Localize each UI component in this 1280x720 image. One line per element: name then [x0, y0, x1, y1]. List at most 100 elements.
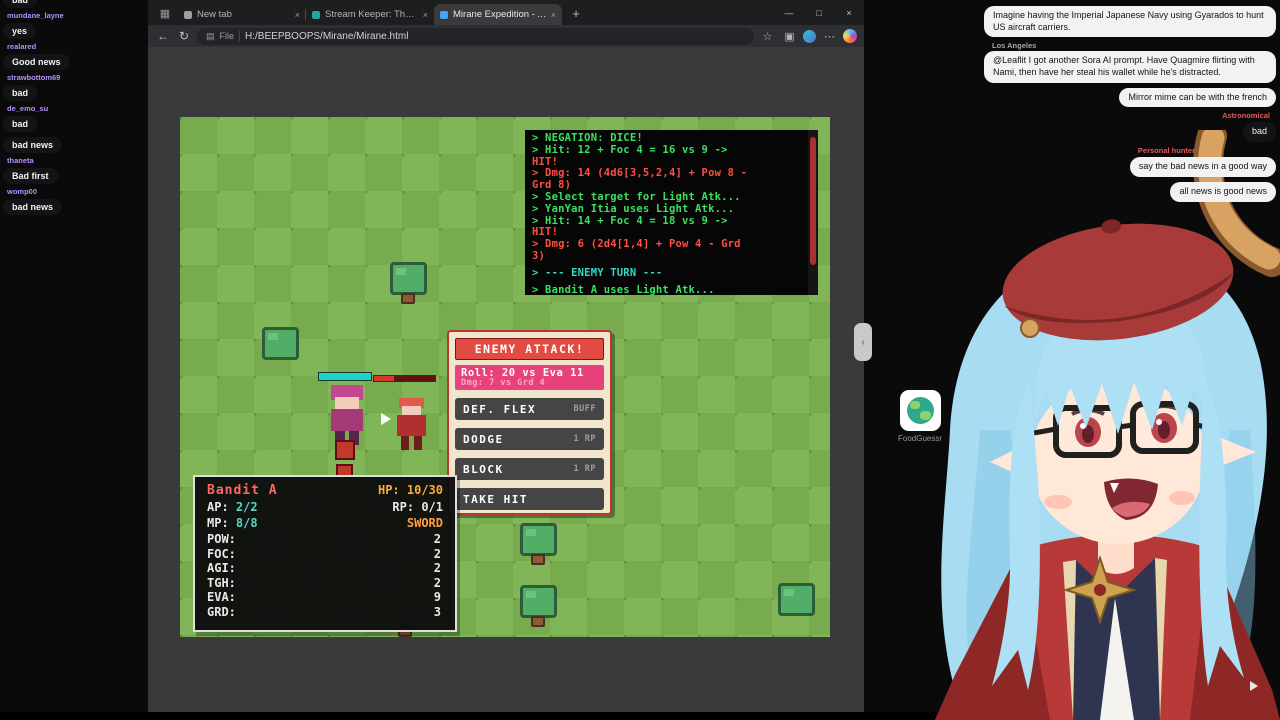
screen: bad mundane_layne yes realared Good news… — [0, 0, 1280, 720]
chat-bubble: bad — [3, 0, 38, 8]
split-screen-icon[interactable]: ▣ — [781, 30, 798, 43]
stat-label: GRD: — [207, 604, 236, 619]
chat-message: realared Good news — [3, 42, 148, 70]
close-button[interactable]: × — [834, 0, 864, 25]
bush — [262, 327, 299, 360]
log-line: > YanYan Itia uses Light Atk... — [532, 202, 735, 215]
stat-label: AGI: — [207, 561, 236, 575]
profile-avatar[interactable] — [803, 29, 816, 43]
more-menu-icon[interactable]: ⋯ — [821, 30, 838, 43]
chat-message: Imagine having the Imperial Japanese Nav… — [984, 6, 1276, 38]
blush — [1169, 491, 1195, 505]
chat-bubble: bad — [3, 116, 38, 132]
right-chat-overlay: Imagine having the Imperial Japanese Nav… — [980, 6, 1276, 206]
chat-bubble: Good news — [3, 54, 70, 70]
chat-bubble: yes — [3, 23, 37, 39]
enemy-character[interactable] — [395, 398, 428, 452]
chat-message: Astronomical bad — [1214, 111, 1276, 143]
minion-character[interactable] — [335, 440, 355, 460]
vtuber-avatar — [935, 130, 1280, 720]
tab-favicon — [440, 10, 448, 19]
log-line: 3) — [532, 249, 546, 262]
stat-row: GRD: 3 — [207, 605, 443, 620]
tree-trunk — [531, 554, 545, 565]
player-character[interactable] — [327, 385, 367, 447]
tab-close-icon[interactable]: × — [551, 10, 556, 20]
log-scrollbar[interactable] — [808, 130, 818, 295]
dialog-option-button[interactable]: DODGE 1 RP — [455, 428, 604, 450]
tab-label: Mirane Expedition - Angel's Swo — [453, 9, 547, 20]
tabs: New tab × Stream Keeper: The Dog Control… — [178, 0, 562, 25]
stat-label: EVA: — [207, 590, 236, 604]
dialog-option-button[interactable]: TAKE HIT — [455, 488, 604, 510]
option-label: TAKE HIT — [463, 492, 528, 506]
back-icon[interactable]: ← — [155, 29, 171, 43]
log-line: > Dmg: 14 (4d6[3,5,2,4] + Pow 8 - — [532, 167, 748, 180]
dialog-roll-box: Roll: 20 vs Eva 11 Dmg: 7 vs Grd 4 — [455, 365, 604, 390]
tab-close-icon[interactable]: × — [423, 10, 428, 20]
option-label: DODGE — [463, 432, 504, 446]
tree-trunk — [401, 293, 415, 304]
chat-message: strawbottom69 bad — [3, 73, 148, 101]
file-icon: ▤ — [206, 30, 215, 41]
stat-label: POW: — [207, 532, 236, 546]
maximize-button[interactable]: □ — [804, 0, 834, 25]
stat-value: 2 — [433, 561, 441, 575]
stat-row: EVA: 9 — [207, 590, 443, 605]
dialog-option-button[interactable]: BLOCK 1 RP — [455, 458, 604, 480]
tab-actions-icon[interactable]: ▦ — [154, 4, 176, 22]
url-text: H:/BEEPBOOPS/Mirane/Mirane.html — [245, 30, 409, 42]
chat-message: mundane_layne yes — [3, 11, 148, 39]
new-tab-button[interactable]: + — [566, 3, 586, 23]
chat-message: all news is good news — [1170, 181, 1276, 202]
log-line: > Hit: 12 + Foc 4 = 16 vs 9 -> — [532, 143, 728, 156]
refresh-icon[interactable]: ↻ — [176, 29, 192, 43]
log-scrollbar-thumb[interactable] — [810, 137, 816, 265]
bush — [520, 585, 557, 618]
enemy-rp: RP: 0/1 — [392, 500, 443, 514]
favorites-star-icon[interactable]: ☆ — [759, 30, 776, 43]
minimize-button[interactable]: — — [774, 0, 804, 25]
tree-trunk — [531, 616, 545, 627]
option-cost-tag: 1 RP — [573, 464, 596, 474]
game-canvas[interactable]: > NEGATION: DICE! > Hit: 12 + Foc 4 = 16… — [180, 117, 830, 637]
enemy-mp: MP: 8/8 — [207, 516, 258, 530]
stat-value: 2 — [433, 575, 441, 590]
corner-arrow-icon[interactable] — [1250, 681, 1258, 691]
chat-message: Mirror mime can be with the french — [1119, 87, 1276, 108]
browser-tab[interactable]: Stream Keeper: The Dog Control × — [305, 4, 434, 25]
chat-username: de_emo_su — [7, 104, 49, 113]
enemy-weapon: SWORD — [406, 516, 443, 530]
bush — [390, 262, 427, 295]
log-line: > Bandit A uses Light Atk... — [532, 283, 715, 295]
enemy-hp-fill — [374, 376, 395, 381]
address-toolbar: ← ↻ ▤ File H:/BEEPBOOPS/Mirane/Mirane.ht… — [148, 25, 864, 47]
browser-tab[interactable]: Mirane Expedition - Angel's Swo × — [434, 4, 562, 25]
chat-message: Personal hunter say the bad news in a go… — [1129, 146, 1276, 177]
option-cost-tag: 1 RP — [573, 434, 596, 444]
chat-username: Astronomical — [1222, 111, 1270, 121]
enemy-hp-bar — [373, 375, 436, 382]
url-divider — [239, 31, 241, 41]
enemy-name: Bandit A — [207, 483, 278, 498]
log-line: > Hit: 14 + Foc 4 = 18 vs 9 -> — [532, 214, 728, 227]
stat-row: AGI: 2 — [207, 561, 443, 576]
copilot-icon[interactable] — [843, 29, 857, 43]
chat-username: realared — [7, 42, 37, 51]
bush — [520, 523, 557, 556]
chat-message: bad — [3, 0, 148, 8]
hat-pin — [1020, 318, 1040, 338]
left-chat-overlay: bad mundane_layne yes realared Good news… — [3, 0, 148, 218]
chat-bubble: bad news — [3, 137, 63, 153]
dialog-options: DEF. FLEX BUFF DODGE 1 RP BLOCK 1 RP TAK… — [455, 398, 604, 510]
chat-message: bad news — [3, 135, 148, 153]
address-bar[interactable]: ▤ File H:/BEEPBOOPS/Mirane/Mirane.html — [197, 27, 754, 45]
tab-close-icon[interactable]: × — [295, 10, 300, 20]
browser-tab[interactable]: New tab × — [178, 4, 306, 25]
stat-value: 2 — [433, 546, 441, 561]
chat-bubble: Bad first — [3, 168, 58, 184]
dialog-option-button[interactable]: DEF. FLEX BUFF — [455, 398, 604, 420]
tab-favicon — [184, 10, 192, 19]
player-hp-bar — [318, 372, 372, 381]
option-label: DEF. FLEX — [463, 402, 537, 416]
